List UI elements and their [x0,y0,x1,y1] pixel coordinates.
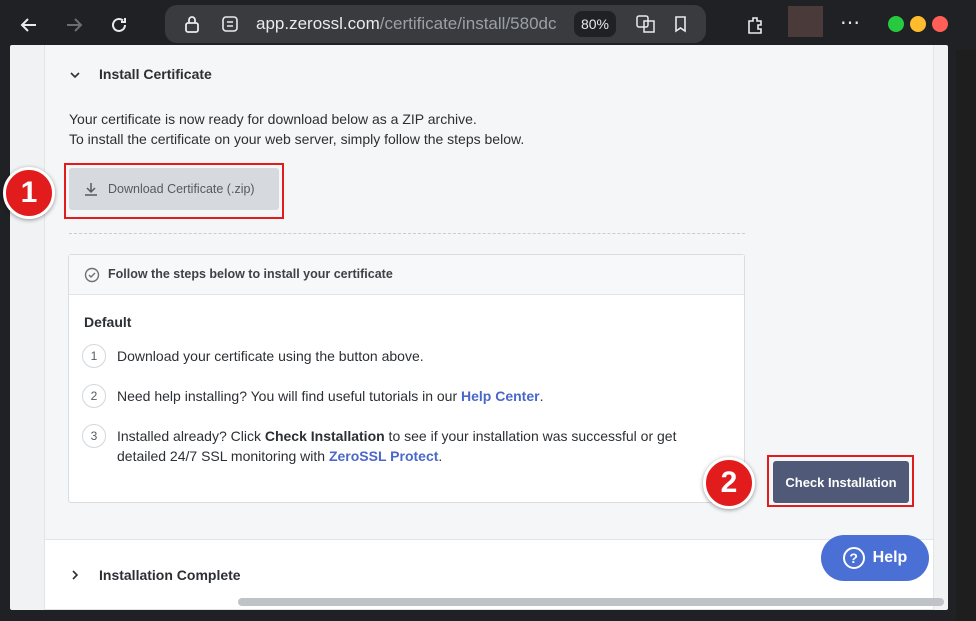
steps-panel-header: Follow the steps below to install your c… [69,255,744,295]
help-button[interactable]: ? Help [821,535,929,581]
more-menu-icon[interactable]: ⋯ [840,10,861,35]
intro-line-1: Your certificate is now ready for downlo… [69,111,477,127]
reload-icon[interactable] [106,12,132,38]
annotation-badge-1: 1 [3,167,55,219]
steps-heading: Follow the steps below to install your c… [108,267,393,281]
download-certificate-button[interactable]: Download Certificate (.zip) [69,168,279,210]
help-center-link[interactable]: Help Center [461,388,540,404]
close-icon[interactable] [932,16,948,32]
back-icon[interactable] [16,12,42,38]
maximize-icon[interactable] [910,16,926,32]
site-settings-icon[interactable] [221,15,239,33]
profile-avatar[interactable] [788,6,823,37]
annotation-badge-2: 2 [703,457,755,509]
zoom-indicator[interactable]: 80% [574,11,616,37]
step-number: 2 [82,384,106,408]
horizontal-scrollbar[interactable] [238,598,944,606]
extensions-icon[interactable] [742,12,768,38]
translate-icon[interactable] [635,13,657,35]
browser-toolbar: app.zerossl.com/certificate/install/580d… [0,0,976,50]
chevron-right-icon[interactable] [69,569,81,581]
steps-panel: Follow the steps below to install your c… [68,254,745,503]
window-edge [956,50,976,621]
default-label: Default [84,314,132,330]
chevron-down-icon[interactable] [69,69,81,81]
step-text: Download your certificate using the butt… [117,348,424,364]
lock-icon[interactable] [183,15,201,33]
step-text: Installed already? Click Check Installat… [117,428,677,464]
reading-list-icon[interactable] [672,15,690,33]
minimize-icon[interactable] [888,16,904,32]
section-title[interactable]: Install Certificate [99,66,212,82]
question-icon: ? [842,547,865,569]
help-label: Help [872,549,908,566]
forward-icon[interactable] [61,12,87,38]
check-circle-icon [84,267,100,283]
download-label: Download Certificate (.zip) [108,182,255,196]
step-number: 1 [82,344,106,368]
zerossl-protect-link[interactable]: ZeroSSL Protect [329,448,438,464]
section-title[interactable]: Installation Complete [99,567,241,583]
check-installation-button[interactable]: Check Installation [773,461,909,503]
address-bar[interactable]: app.zerossl.com/certificate/install/580d… [165,5,706,43]
page-viewport: Install Certificate Your certificate is … [10,45,948,610]
download-icon [85,183,97,196]
url-text: app.zerossl.com/certificate/install/580d… [256,14,557,33]
divider [69,233,745,234]
step-number: 3 [82,424,106,448]
intro-line-2: To install the certificate on your web s… [69,131,525,147]
step-text: Need help installing? You will find usef… [117,388,544,404]
